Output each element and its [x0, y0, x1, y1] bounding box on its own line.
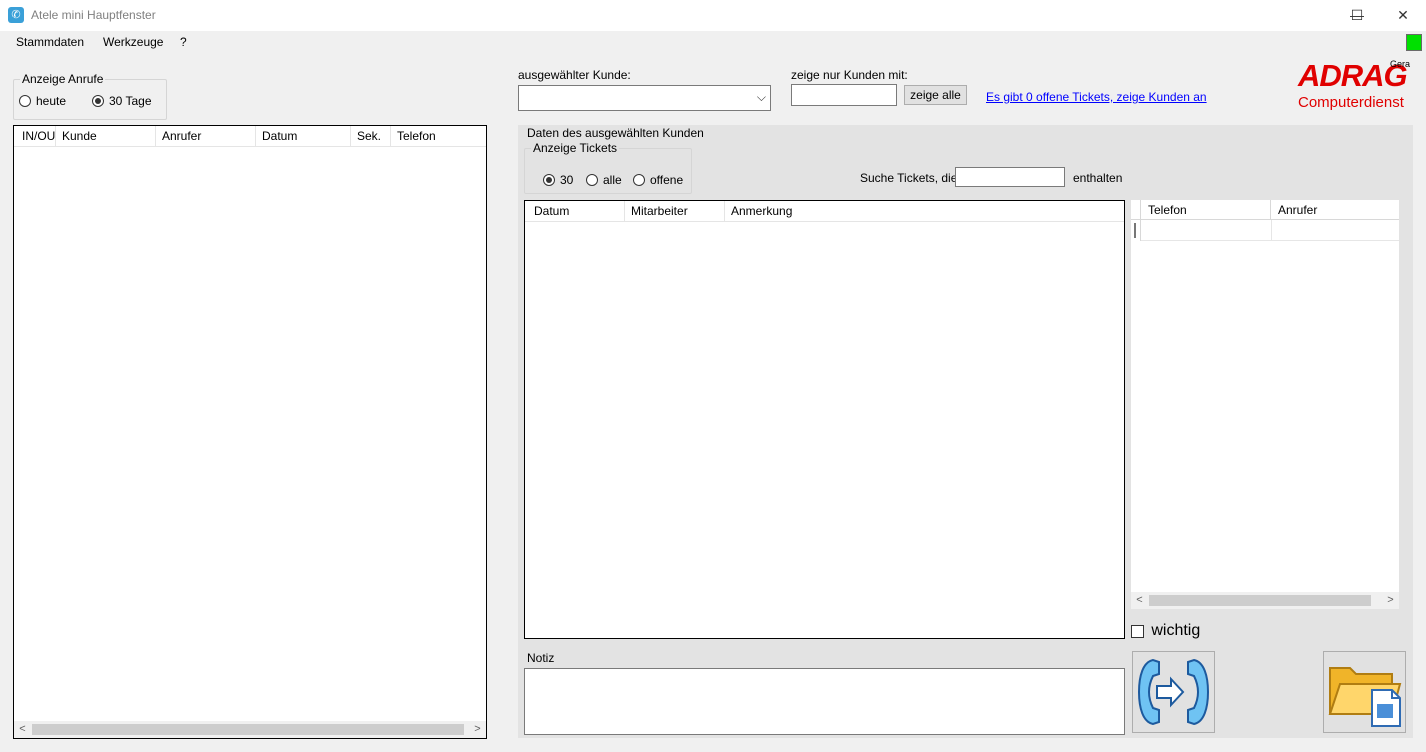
tickets-filter-legend: Anzeige Tickets: [533, 141, 618, 155]
folder-document-icon: [1328, 667, 1402, 727]
ticket-search-input[interactable]: [955, 167, 1065, 187]
tickets-table[interactable]: Datum Mitarbeiter Anmerkung: [524, 200, 1125, 639]
col-datum[interactable]: Datum: [256, 126, 351, 146]
important-label: wichtig: [1151, 622, 1201, 639]
customer-filter-label: zeige nur Kunden mit:: [791, 68, 908, 82]
ticket-search-suffix: enthalten: [1073, 171, 1123, 185]
customer-label: ausgewählter Kunde:: [518, 68, 631, 82]
col-mitarbeiter[interactable]: Mitarbeiter: [625, 201, 725, 221]
important-checkbox[interactable]: wichtig: [1131, 622, 1200, 640]
col-phone-telefon[interactable]: Telefon: [1141, 200, 1271, 220]
logo-city: Gera: [1390, 59, 1411, 69]
radio-30-tage[interactable]: 30 Tage: [92, 93, 152, 108]
note-label: Notiz: [527, 651, 555, 665]
show-all-button[interactable]: zeige alle: [904, 85, 967, 105]
col-ticket-datum[interactable]: Datum: [525, 201, 625, 221]
phones-grid[interactable]: Telefon Anrufer: [1131, 200, 1399, 592]
note-textarea[interactable]: [524, 668, 1125, 735]
open-documents-button[interactable]: [1323, 651, 1406, 733]
radio-tickets-30[interactable]: 30: [543, 172, 573, 187]
logo-subtitle: Computerdienst: [1298, 94, 1404, 111]
scroll-left-icon[interactable]: <: [14, 721, 31, 738]
menu-help[interactable]: ?: [180, 35, 187, 49]
radio-30-tage-circle[interactable]: [92, 94, 104, 107]
col-in-out[interactable]: IN/OUT: [14, 126, 56, 146]
col-phone-anrufer[interactable]: Anrufer: [1271, 200, 1399, 220]
radio-heute-circle[interactable]: [19, 94, 31, 107]
row-cursor-icon: [1134, 223, 1136, 238]
tickets-table-header: Datum Mitarbeiter Anmerkung: [525, 201, 1124, 222]
radio-tickets-alle[interactable]: alle: [586, 172, 622, 187]
scroll-thumb[interactable]: [32, 724, 464, 735]
menu-bar: [0, 31, 1426, 55]
calls-table-header: IN/OUT Kunde Anrufer Datum Sek. Telefon: [14, 126, 486, 147]
phone-icon: ✆: [8, 7, 24, 23]
ticket-search-label: Suche Tickets, die: [860, 171, 958, 185]
maximize-button[interactable]: ☐: [1334, 0, 1380, 31]
chevron-down-icon[interactable]: ⌵: [757, 90, 766, 105]
calls-table[interactable]: IN/OUT Kunde Anrufer Datum Sek. Telefon …: [13, 125, 487, 739]
customer-panel-legend: Daten des ausgewählten Kunden: [527, 126, 704, 140]
customer-filter-input[interactable]: [791, 84, 897, 106]
close-button[interactable]: ✕: [1380, 0, 1426, 31]
calls-horizontal-scrollbar[interactable]: < >: [14, 721, 486, 738]
col-anmerkung[interactable]: Anmerkung: [725, 201, 1124, 221]
col-sek[interactable]: Sek.: [351, 126, 391, 146]
col-anrufer[interactable]: Anrufer: [156, 126, 256, 146]
call-transfer-button[interactable]: [1132, 651, 1215, 733]
calls-filter-legend: Anzeige Anrufe: [22, 72, 104, 86]
phones-grid-body: [1131, 241, 1399, 592]
radio-heute[interactable]: heute: [19, 93, 66, 108]
col-kunde[interactable]: Kunde: [56, 126, 156, 146]
customer-combobox[interactable]: ⌵: [518, 85, 771, 111]
adrag-logo: ADRAG Gera Computerdienst: [1298, 58, 1414, 112]
phones-grid-header: Telefon Anrufer: [1131, 200, 1399, 220]
important-checkbox-box[interactable]: [1131, 624, 1144, 638]
phones-scroll-left-icon[interactable]: <: [1131, 592, 1148, 609]
menu-stammdaten[interactable]: Stammdaten: [16, 35, 84, 49]
phones-scroll-right-icon[interactable]: >: [1382, 592, 1399, 609]
radio-tickets-offene[interactable]: offene: [633, 172, 683, 187]
phones-new-row[interactable]: [1131, 220, 1399, 241]
radio-tickets-offene-circle[interactable]: [633, 173, 645, 186]
open-tickets-link[interactable]: Es gibt 0 offene Tickets, zeige Kunden a…: [986, 90, 1207, 104]
col-telefon[interactable]: Telefon: [391, 126, 486, 146]
call-transfer-icon: [1137, 658, 1210, 726]
row-header-corner: [1131, 200, 1141, 220]
title-bar: [0, 0, 1426, 31]
menu-werkzeuge[interactable]: Werkzeuge: [103, 35, 163, 49]
row-header: [1131, 220, 1141, 241]
radio-tickets-alle-circle[interactable]: [586, 173, 598, 186]
radio-tickets-30-circle[interactable]: [543, 173, 555, 186]
status-indicator: [1406, 34, 1422, 51]
phones-scroll-thumb[interactable]: [1149, 595, 1371, 606]
window-title: Atele mini Hauptfenster: [31, 8, 156, 22]
phones-horizontal-scrollbar[interactable]: < >: [1131, 592, 1399, 609]
scroll-right-icon[interactable]: >: [469, 721, 486, 738]
